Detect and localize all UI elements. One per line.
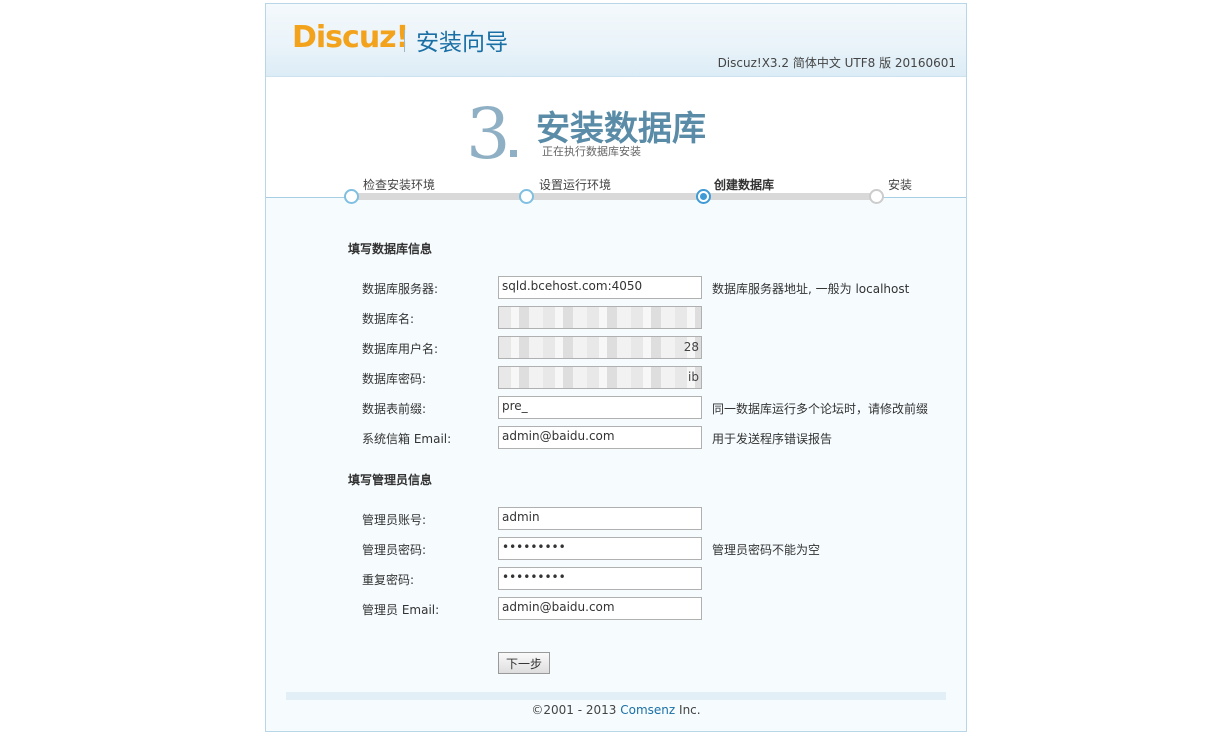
db-section-title: 填写数据库信息 [348, 242, 433, 256]
step-label-create-db: 创建数据库 [714, 178, 775, 192]
footer: ©2001 - 2013 Comsenz Inc. [266, 703, 966, 717]
next-step-button[interactable]: 下一步 [498, 652, 550, 674]
repeat-password-label: 重复密码: [362, 573, 415, 587]
step-label-install: 安装 [888, 178, 913, 192]
system-email-input[interactable]: admin@baidu.com [498, 426, 702, 449]
installer-window: Discuz! 安装向导 Discuz!X3.2 简体中文 UTF8 版 201… [265, 3, 967, 732]
db-name-input[interactable] [498, 306, 702, 329]
progress-node-3-current [696, 189, 711, 204]
admin-password-hint: 管理员密码不能为空 [712, 543, 821, 557]
step-subtitle: 正在执行数据库安装 [542, 145, 641, 158]
db-password-input[interactable]: ib [498, 366, 702, 389]
system-email-label: 系统信箱 Email: [362, 432, 452, 446]
db-name-label: 数据库名: [362, 312, 415, 326]
header: Discuz! 安装向导 Discuz!X3.2 简体中文 UTF8 版 201… [266, 4, 966, 77]
db-password-visible-tail: ib [688, 370, 699, 384]
footer-suffix: Inc. [675, 703, 701, 717]
admin-email-label: 管理员 Email: [362, 603, 440, 617]
progress-track [352, 193, 877, 200]
step-label-check-env: 检查安装环境 [363, 178, 436, 192]
admin-password-input[interactable]: ••••••••• [498, 537, 702, 560]
admin-section-title: 填写管理员信息 [348, 473, 433, 487]
wizard-title: 安装向导 [416, 30, 508, 56]
admin-password-label: 管理员密码: [362, 543, 427, 557]
progress-node-2 [519, 189, 534, 204]
db-host-input[interactable]: sqld.bcehost.com:4050 [498, 276, 702, 299]
discuz-logo: Discuz! [292, 20, 409, 55]
version-text: Discuz!X3.2 简体中文 UTF8 版 20160601 [717, 56, 956, 70]
db-user-label: 数据库用户名: [362, 342, 439, 356]
db-password-label: 数据库密码: [362, 372, 427, 386]
footer-bar [286, 692, 946, 700]
progress-node-4 [869, 189, 884, 204]
system-email-hint: 用于发送程序错误报告 [712, 432, 833, 446]
admin-email-input[interactable]: admin@baidu.com [498, 597, 702, 620]
logo-separator [404, 30, 405, 52]
db-host-hint: 数据库服务器地址, 一般为 localhost [712, 282, 910, 296]
footer-company-link[interactable]: Comsenz [620, 703, 675, 717]
admin-account-input[interactable]: admin [498, 507, 702, 530]
repeat-password-input[interactable]: ••••••••• [498, 567, 702, 590]
table-prefix-hint: 同一数据库运行多个论坛时，请修改前缀 [712, 402, 929, 416]
footer-copyright: ©2001 - 2013 [531, 703, 621, 717]
db-user-visible-tail: 28 [683, 340, 699, 354]
db-user-input[interactable]: 28 [498, 336, 702, 359]
step-number-dot [510, 150, 517, 157]
step-label-set-env: 设置运行环境 [539, 178, 612, 192]
step-number: 3 [466, 93, 511, 175]
admin-account-label: 管理员账号: [362, 513, 427, 527]
table-prefix-label: 数据表前缀: [362, 402, 427, 416]
progress-node-1 [344, 189, 359, 204]
table-prefix-input[interactable]: pre_ [498, 396, 702, 419]
db-host-label: 数据库服务器: [362, 282, 439, 296]
